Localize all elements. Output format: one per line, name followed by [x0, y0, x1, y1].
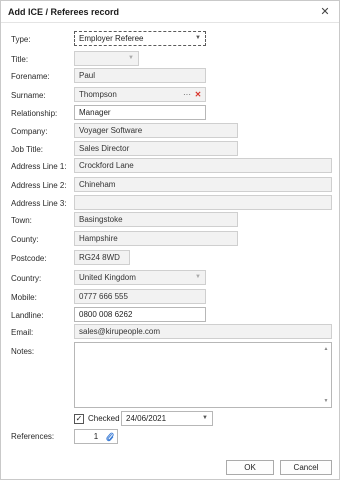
paperclip-icon-graphic	[106, 432, 114, 441]
job-title-input[interactable]: Sales Director	[74, 141, 238, 156]
checked-control[interactable]: ✓ Checked	[74, 411, 120, 426]
address-line-3-label: Address Line 3:	[11, 199, 67, 208]
address-line-1-label: Address Line 1:	[11, 162, 67, 171]
landline-input[interactable]: 0800 008 6262	[74, 307, 206, 322]
relationship-label: Relationship:	[11, 109, 58, 118]
paperclip-icon[interactable]	[105, 430, 115, 443]
chevron-down-icon: ▼	[128, 55, 134, 61]
county-input[interactable]: Hampshire	[74, 231, 238, 246]
references-counter[interactable]: 1	[74, 429, 118, 444]
email-label: Email:	[11, 328, 34, 337]
cancel-button[interactable]: Cancel	[280, 460, 332, 475]
country-value: United Kingdom	[79, 273, 136, 282]
country-row: Country: United Kingdom ▼	[1, 270, 339, 286]
address-line-3-row: Address Line 3:	[1, 195, 339, 211]
town-row: Town: Basingstoke	[1, 212, 339, 228]
scroll-down-icon[interactable]: ▼	[322, 397, 330, 405]
job-title-label: Job Title:	[11, 145, 44, 154]
checked-date-picker[interactable]: 24/06/2021 ▼	[121, 411, 213, 426]
company-input[interactable]: Voyager Software	[74, 123, 238, 138]
county-label: County:	[11, 235, 39, 244]
surname-label: Surname:	[11, 91, 46, 100]
job-title-row: Job Title: Sales Director	[1, 141, 339, 157]
type-value: Employer Referee	[79, 34, 144, 43]
type-row: Type: Employer Referee ▼	[1, 31, 339, 47]
title-label: Title:	[11, 55, 29, 64]
relationship-row: Relationship: Manager	[1, 105, 339, 121]
email-row: Email: sales@kirupeople.com	[1, 324, 339, 340]
country-label: Country:	[11, 274, 42, 283]
landline-label: Landline:	[11, 311, 44, 320]
clear-icon[interactable]: ✕	[193, 88, 203, 101]
surname-value: Thompson	[79, 90, 117, 99]
forename-row: Forename: Paul	[1, 68, 339, 84]
postcode-row: Postcode: RG24 8WD	[1, 250, 339, 266]
address-line-3-input[interactable]	[74, 195, 332, 210]
address-line-2-label: Address Line 2:	[11, 181, 67, 190]
type-label: Type:	[11, 35, 31, 44]
checked-checkbox[interactable]: ✓	[74, 413, 84, 424]
chevron-down-icon: ▼	[195, 35, 201, 41]
address-line-1-row: Address Line 1: Crockford Lane	[1, 158, 339, 174]
address-line-2-row: Address Line 2: Chineham	[1, 177, 339, 193]
company-label: Company:	[11, 127, 48, 136]
title-row: Title: ▼	[1, 51, 339, 67]
mobile-label: Mobile:	[11, 293, 37, 302]
type-select[interactable]: Employer Referee ▼	[74, 31, 206, 46]
chevron-down-icon: ▼	[202, 415, 208, 421]
checked-label: Checked	[88, 414, 120, 423]
forename-label: Forename:	[11, 72, 50, 81]
relationship-input[interactable]: Manager	[74, 105, 206, 120]
title-select[interactable]: ▼	[74, 51, 139, 66]
references-label: References:	[11, 432, 55, 441]
mobile-row: Mobile: 0777 666 555	[1, 289, 339, 305]
surname-row: Surname: Thompson ··· ✕	[1, 87, 339, 103]
email-input[interactable]: sales@kirupeople.com	[74, 324, 332, 339]
notes-label: Notes:	[11, 347, 35, 356]
add-referee-dialog: Add ICE / Referees record ✕ Type: Employ…	[0, 0, 340, 480]
checked-date-value: 24/06/2021	[126, 414, 167, 423]
chevron-down-icon: ▼	[195, 274, 201, 280]
postcode-input[interactable]: RG24 8WD	[74, 250, 130, 265]
landline-row: Landline: 0800 008 6262	[1, 307, 339, 323]
dialog-title: Add ICE / Referees record	[8, 7, 120, 17]
company-row: Company: Voyager Software	[1, 123, 339, 139]
notes-textarea[interactable]: ▲ ▼	[74, 342, 332, 408]
county-row: County: Hampshire	[1, 231, 339, 247]
address-line-2-input[interactable]: Chineham	[74, 177, 332, 192]
town-label: Town:	[11, 216, 32, 225]
forename-input[interactable]: Paul	[74, 68, 206, 83]
postcode-label: Postcode:	[11, 254, 47, 263]
more-options-icon[interactable]: ···	[182, 88, 192, 101]
mobile-input[interactable]: 0777 666 555	[74, 289, 206, 304]
references-count: 1	[93, 432, 99, 441]
title-bar: Add ICE / Referees record ✕	[1, 1, 339, 23]
ok-button[interactable]: OK	[226, 460, 274, 475]
scroll-up-icon[interactable]: ▲	[322, 345, 330, 353]
surname-input[interactable]: Thompson ··· ✕	[74, 87, 206, 102]
country-select[interactable]: United Kingdom ▼	[74, 270, 206, 285]
address-line-1-input[interactable]: Crockford Lane	[74, 158, 332, 173]
town-input[interactable]: Basingstoke	[74, 212, 238, 227]
close-button[interactable]: ✕	[317, 4, 333, 19]
